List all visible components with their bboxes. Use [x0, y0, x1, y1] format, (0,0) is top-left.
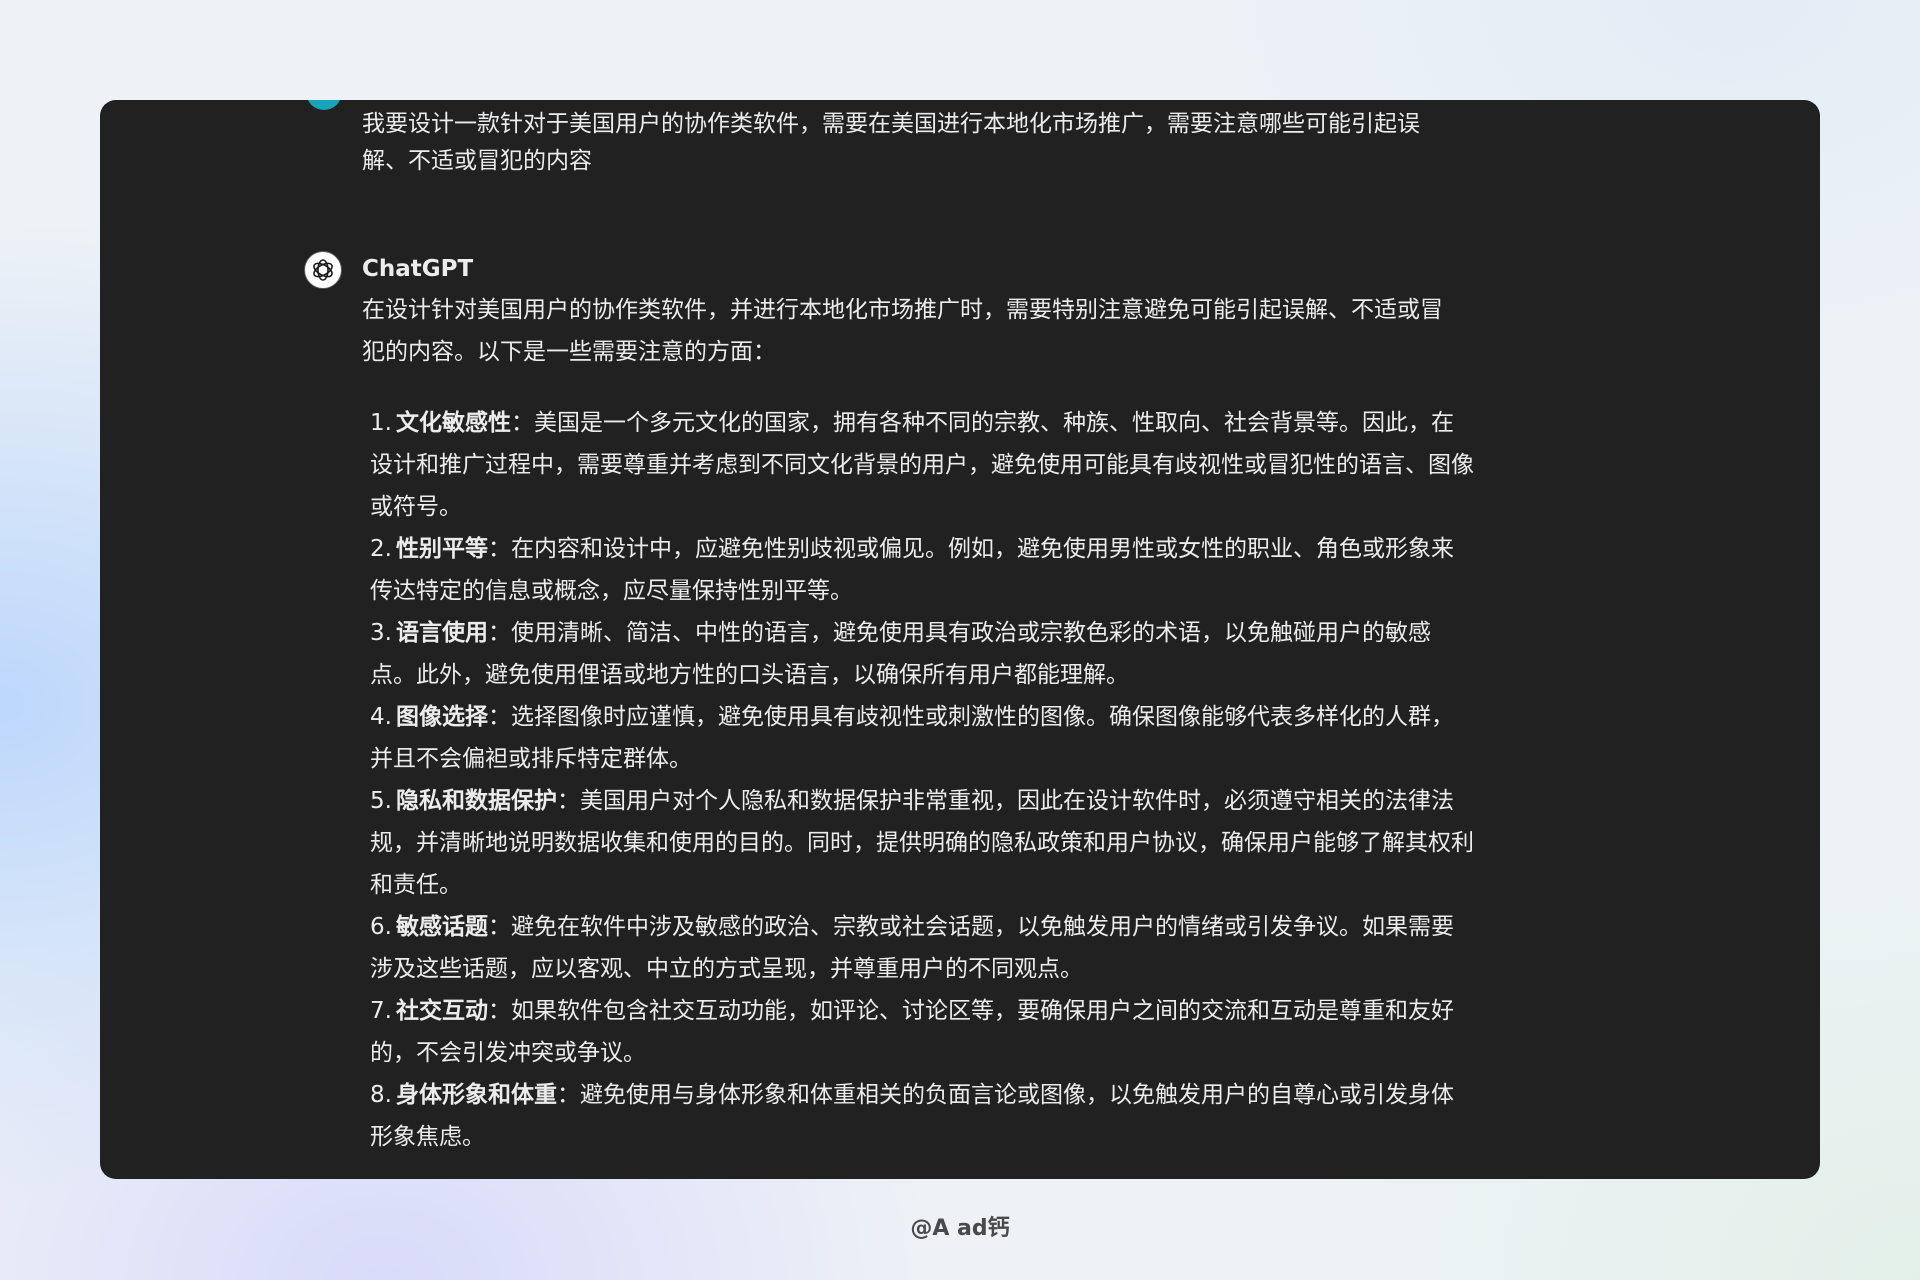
point-text: ：避免在软件中涉及敏感的政治、宗教或社会话题，以免触发用户的情绪或引发争议。如果…	[370, 914, 1454, 982]
point-number: 7.	[370, 998, 392, 1024]
point-text: ：在内容和设计中，应避免性别歧视或偏见。例如，避免使用男性或女性的职业、角色或形…	[370, 536, 1454, 604]
openai-logo-icon	[304, 251, 342, 289]
point-title: 文化敏感性	[395, 410, 511, 436]
point-number: 3.	[370, 620, 392, 646]
point-title: 身体形象和体重	[395, 1082, 557, 1108]
list-item: 1. 文化敏感性：美国是一个多元文化的国家，拥有各种不同的宗教、种族、性取向、社会…	[370, 402, 1474, 528]
assistant-point-list: 1. 文化敏感性：美国是一个多元文化的国家，拥有各种不同的宗教、种族、性取向、社会…	[370, 402, 1474, 1158]
point-number: 2.	[370, 536, 392, 562]
point-text: ：使用清晰、简洁、中性的语言，避免使用具有政治或宗教色彩的术语，以免触碰用户的敏…	[370, 620, 1431, 688]
chat-card: 我要设计一款针对于美国用户的协作类软件，需要在美国进行本地化市场推广，需要注意哪…	[100, 100, 1820, 1179]
list-item: 3. 语言使用：使用清晰、简洁、中性的语言，避免使用具有政治或宗教色彩的术语，以免…	[370, 612, 1474, 696]
point-title: 图像选择	[395, 704, 488, 730]
point-text: ：如果软件包含社交互动功能，如评论、讨论区等，要确保用户之间的交流和互动是尊重和…	[370, 998, 1454, 1066]
list-item: 8. 身体形象和体重：避免使用与身体形象和体重相关的负面言论或图像，以免触发用户的…	[370, 1074, 1474, 1158]
list-item: 6. 敏感话题：避免在软件中涉及敏感的政治、宗教或社会话题，以免触发用户的情绪或引…	[370, 906, 1474, 990]
assistant-intro: 在设计针对美国用户的协作类软件，并进行本地化市场推广时，需要特别注意避免可能引起…	[362, 297, 1443, 365]
point-number: 8.	[370, 1082, 392, 1108]
point-number: 1.	[370, 410, 392, 436]
openai-logo-glyph	[313, 259, 333, 281]
point-title: 性别平等	[395, 536, 488, 562]
point-number: 5.	[370, 788, 392, 814]
list-item: 2. 性别平等：在内容和设计中，应避免性别歧视或偏见。例如，避免使用男性或女性的职…	[370, 528, 1474, 612]
point-title: 隐私和数据保护	[395, 788, 557, 814]
list-item: 5. 隐私和数据保护：美国用户对个人隐私和数据保护非常重视，因此在设计软件时，必须…	[370, 780, 1474, 906]
user-avatar-icon	[306, 100, 342, 110]
point-text: ：选择图像时应谨慎，避免使用具有歧视性或刺激性的图像。确保图像能够代表多样化的人…	[370, 704, 1454, 772]
point-number: 6.	[370, 914, 392, 940]
point-title: 语言使用	[395, 620, 488, 646]
user-message: 我要设计一款针对于美国用户的协作类软件，需要在美国进行本地化市场推广，需要注意哪…	[362, 111, 1420, 174]
point-title: 社交互动	[395, 998, 488, 1024]
list-item: 4. 图像选择：选择图像时应谨慎，避免使用具有歧视性或刺激性的图像。确保图像能够代…	[370, 696, 1474, 780]
point-title: 敏感话题	[395, 914, 488, 940]
point-text: ：美国是一个多元文化的国家，拥有各种不同的宗教、种族、性取向、社会背景等。因此，…	[370, 410, 1474, 520]
list-item: 7. 社交互动：如果软件包含社交互动功能，如评论、讨论区等，要确保用户之间的交流和…	[370, 990, 1474, 1074]
watermark-credit: @A ad钙	[910, 1216, 1010, 1241]
assistant-name: ChatGPT	[362, 256, 474, 282]
point-number: 4.	[370, 704, 392, 730]
